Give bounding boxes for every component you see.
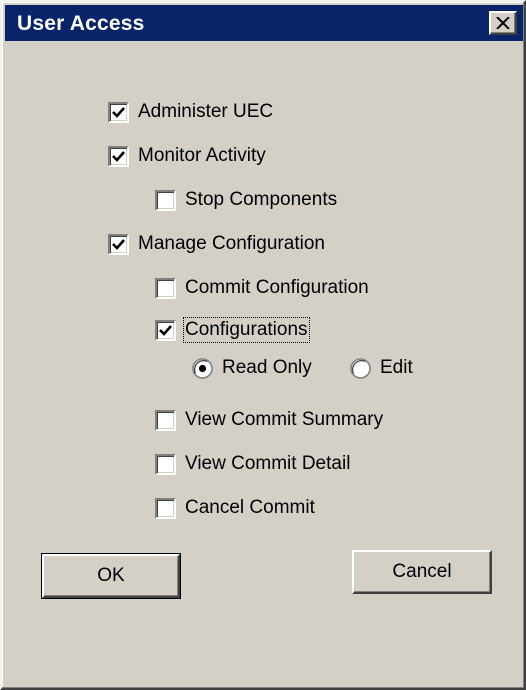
title-bar[interactable]: User Access <box>5 5 523 41</box>
monitor-activity-option[interactable]: Monitor Activity <box>108 142 266 170</box>
read-only-label: Read Only <box>222 357 312 378</box>
monitor-activity-checkbox[interactable] <box>108 145 129 167</box>
cancel-commit-label: Cancel Commit <box>185 497 315 518</box>
checkmark-icon <box>159 324 172 336</box>
stop-components-option[interactable]: Stop Components <box>155 186 337 214</box>
cancel-button[interactable]: Cancel <box>352 550 492 594</box>
cancel-commit-checkbox[interactable] <box>155 497 176 519</box>
administer-uec-option[interactable]: Administer UEC <box>108 98 273 126</box>
commit-configuration-checkbox[interactable] <box>155 277 176 299</box>
commit-configuration-label: Commit Configuration <box>185 277 369 298</box>
radio-dot-icon <box>198 364 207 372</box>
edit-radio[interactable] <box>350 357 371 379</box>
configurations-label: Configurations <box>183 317 310 343</box>
administer-uec-label: Administer UEC <box>138 101 274 122</box>
manage-configuration-checkbox[interactable] <box>108 233 129 255</box>
view-commit-detail-label: View Commit Detail <box>185 453 351 474</box>
checkmark-icon <box>112 238 125 250</box>
administer-uec-checkbox[interactable] <box>108 101 129 123</box>
view-commit-detail-option[interactable]: View Commit Detail <box>155 450 350 478</box>
stop-components-label: Stop Components <box>185 189 338 210</box>
view-commit-detail-checkbox[interactable] <box>155 453 176 475</box>
view-commit-summary-label: View Commit Summary <box>185 409 384 430</box>
close-icon <box>496 17 510 29</box>
checkmark-icon <box>112 150 125 162</box>
user-access-dialog: User Access Administer UEC Monitor Activ… <box>0 0 526 690</box>
configurations-option[interactable]: Configurations <box>155 316 310 344</box>
manage-configuration-option[interactable]: Manage Configuration <box>108 230 325 258</box>
close-button[interactable] <box>489 11 517 35</box>
read-only-radio[interactable] <box>192 357 213 379</box>
edit-label: Edit <box>380 357 413 378</box>
monitor-activity-label: Monitor Activity <box>138 145 266 166</box>
edit-option[interactable]: Edit <box>350 355 413 381</box>
view-commit-summary-option[interactable]: View Commit Summary <box>155 406 383 434</box>
window-title: User Access <box>17 12 145 35</box>
configurations-checkbox[interactable] <box>155 319 176 341</box>
checkmark-icon <box>112 106 125 118</box>
ok-button[interactable]: OK <box>41 553 181 599</box>
view-commit-summary-checkbox[interactable] <box>155 409 176 431</box>
read-only-option[interactable]: Read Only <box>192 355 312 381</box>
manage-configuration-label: Manage Configuration <box>138 233 325 254</box>
stop-components-checkbox[interactable] <box>155 189 176 211</box>
commit-configuration-option[interactable]: Commit Configuration <box>155 274 369 302</box>
cancel-commit-option[interactable]: Cancel Commit <box>155 494 315 522</box>
